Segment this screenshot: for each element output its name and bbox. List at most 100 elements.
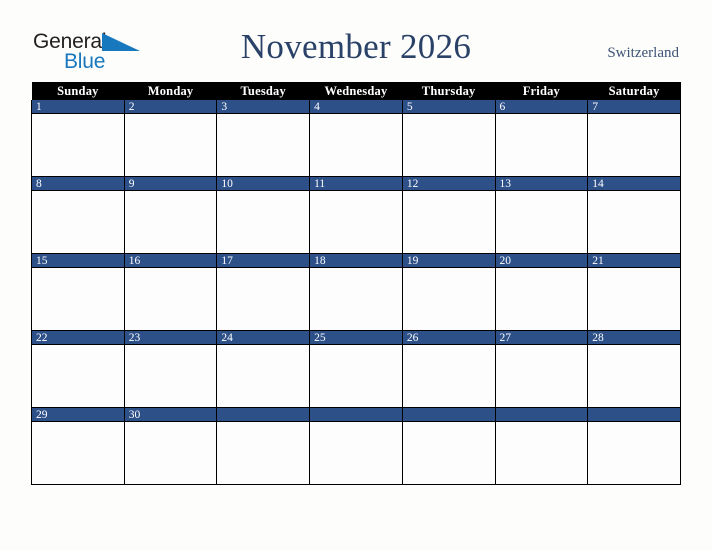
day-cell[interactable]: 22 <box>31 330 125 408</box>
day-cell-empty[interactable] <box>587 407 681 485</box>
day-events-area[interactable] <box>588 268 680 329</box>
day-cell[interactable]: 7 <box>587 100 681 177</box>
day-cell[interactable]: 1 <box>31 100 125 177</box>
day-number: 28 <box>588 331 680 345</box>
country-label: Switzerland <box>607 45 679 61</box>
day-events-area[interactable] <box>495 422 588 483</box>
day-events-area[interactable] <box>124 191 217 252</box>
page-header: General Blue November 2026 Switzerland <box>0 0 712 82</box>
day-cell[interactable]: 23 <box>123 330 218 408</box>
day-events-area[interactable] <box>402 422 495 483</box>
day-cell[interactable]: 27 <box>494 330 589 408</box>
day-cell-empty[interactable] <box>401 407 496 485</box>
day-cell[interactable]: 14 <box>587 176 681 254</box>
day-cell[interactable]: 11 <box>309 176 403 254</box>
day-events-area[interactable] <box>495 268 588 329</box>
day-cell[interactable]: 28 <box>587 330 681 408</box>
day-cell[interactable]: 3 <box>216 100 311 177</box>
day-number <box>402 408 495 422</box>
day-number: 17 <box>217 254 310 268</box>
day-events-area[interactable] <box>124 268 217 329</box>
day-cell-empty[interactable] <box>216 407 311 485</box>
day-cell[interactable]: 13 <box>494 176 589 254</box>
week-row: 1 2 3 4 5 6 7 <box>31 100 681 177</box>
day-number: 15 <box>32 254 124 268</box>
day-number: 12 <box>402 177 495 191</box>
day-events-area[interactable] <box>310 422 402 483</box>
day-cell[interactable]: 26 <box>401 330 496 408</box>
day-events-area[interactable] <box>124 422 217 483</box>
day-number: 14 <box>588 177 680 191</box>
day-events-area[interactable] <box>495 345 588 406</box>
day-events-area[interactable] <box>124 345 217 406</box>
day-events-area[interactable] <box>310 191 402 252</box>
day-events-area[interactable] <box>402 191 495 252</box>
weekday-header-sunday: Sunday <box>31 82 125 100</box>
day-events-area[interactable] <box>217 191 310 252</box>
day-cell-empty[interactable] <box>494 407 589 485</box>
day-events-area[interactable] <box>32 191 124 252</box>
day-number: 3 <box>217 100 310 114</box>
day-cell[interactable]: 21 <box>587 253 681 331</box>
day-cell[interactable]: 20 <box>494 253 589 331</box>
day-cell[interactable]: 4 <box>309 100 403 177</box>
day-number: 4 <box>310 100 402 114</box>
day-number <box>217 408 310 422</box>
weekday-header-row: Sunday Monday Tuesday Wednesday Thursday… <box>31 82 681 100</box>
day-events-area[interactable] <box>588 114 680 175</box>
day-cell[interactable]: 30 <box>123 407 218 485</box>
day-events-area[interactable] <box>217 422 310 483</box>
day-cell[interactable]: 29 <box>31 407 125 485</box>
day-cell[interactable]: 10 <box>216 176 311 254</box>
day-number: 6 <box>495 100 588 114</box>
day-events-area[interactable] <box>495 191 588 252</box>
day-events-area[interactable] <box>495 114 588 175</box>
day-cell[interactable]: 8 <box>31 176 125 254</box>
day-cell[interactable]: 17 <box>216 253 311 331</box>
day-number: 8 <box>32 177 124 191</box>
day-cell[interactable]: 18 <box>309 253 403 331</box>
week-row: 29 30 <box>31 407 681 485</box>
day-events-area[interactable] <box>124 114 217 175</box>
day-number: 24 <box>217 331 310 345</box>
day-events-area[interactable] <box>32 114 124 175</box>
day-events-area[interactable] <box>217 114 310 175</box>
day-number <box>310 408 402 422</box>
day-events-area[interactable] <box>217 268 310 329</box>
weekday-header-friday: Friday <box>495 82 588 100</box>
day-number: 5 <box>402 100 495 114</box>
day-events-area[interactable] <box>32 345 124 406</box>
day-cell-empty[interactable] <box>309 407 403 485</box>
day-cell[interactable]: 6 <box>494 100 589 177</box>
weekday-header-tuesday: Tuesday <box>216 82 310 100</box>
day-cell[interactable]: 5 <box>401 100 496 177</box>
day-cell[interactable]: 12 <box>401 176 496 254</box>
day-events-area[interactable] <box>310 345 402 406</box>
day-number: 21 <box>588 254 680 268</box>
day-cell[interactable]: 2 <box>123 100 218 177</box>
day-events-area[interactable] <box>32 422 124 483</box>
day-cell[interactable]: 24 <box>216 330 311 408</box>
day-events-area[interactable] <box>588 191 680 252</box>
day-number <box>495 408 588 422</box>
weekday-header-monday: Monday <box>124 82 217 100</box>
day-events-area[interactable] <box>588 422 680 483</box>
day-number: 29 <box>32 408 124 422</box>
day-events-area[interactable] <box>402 268 495 329</box>
day-number: 22 <box>32 331 124 345</box>
day-number: 16 <box>124 254 217 268</box>
day-events-area[interactable] <box>402 114 495 175</box>
day-cell[interactable]: 16 <box>123 253 218 331</box>
weekday-header-saturday: Saturday <box>587 82 681 100</box>
day-events-area[interactable] <box>310 114 402 175</box>
day-cell[interactable]: 19 <box>401 253 496 331</box>
day-events-area[interactable] <box>310 268 402 329</box>
day-events-area[interactable] <box>217 345 310 406</box>
day-cell[interactable]: 15 <box>31 253 125 331</box>
calendar-body: 1 2 3 4 5 6 7 8 9 10 11 12 13 14 15 16 1… <box>31 100 681 485</box>
day-events-area[interactable] <box>588 345 680 406</box>
day-events-area[interactable] <box>402 345 495 406</box>
day-cell[interactable]: 25 <box>309 330 403 408</box>
day-cell[interactable]: 9 <box>123 176 218 254</box>
day-events-area[interactable] <box>32 268 124 329</box>
